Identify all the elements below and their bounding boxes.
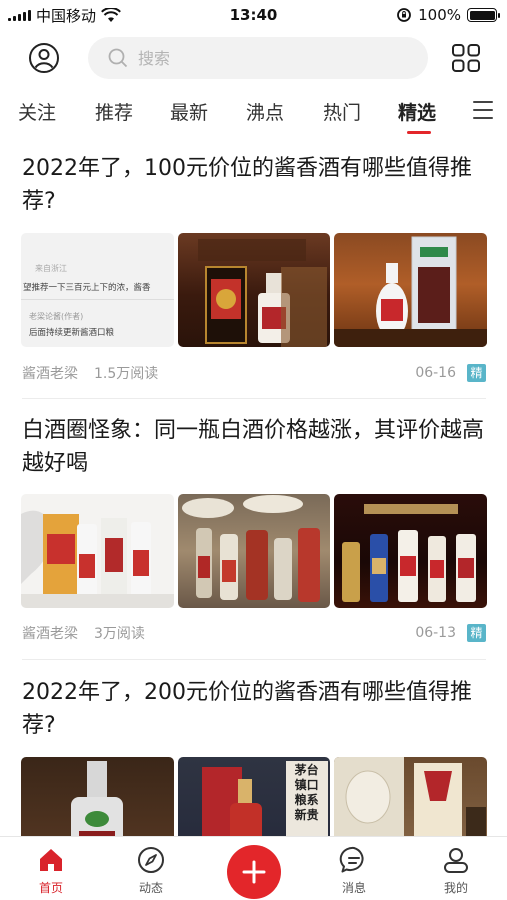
bottom-nav: 首页 动态 消息 我的 [0,836,507,900]
article-title[interactable]: 白酒圈怪象：同一瓶白酒价格越涨，其评价越高越好喝 [22,414,492,480]
nav-home[interactable]: 首页 [21,845,81,896]
create-post-button[interactable] [227,845,281,899]
article-thumbnails [21,494,488,608]
message-icon [339,846,364,873]
tab-featured[interactable]: 精选 [398,98,436,125]
thumbnail-comment-screenshot: 来自浙江 望推荐一下三百元上下的浓，酱香 老梁论酱(作者) 后面持续更新酱酒口粮 [21,233,174,347]
article-date: 06-13 [415,625,456,641]
thumbnail-luzhou-bottles [334,494,488,608]
profile-icon [444,848,468,873]
plus-icon [242,860,266,884]
menu-icon[interactable] [473,101,493,119]
nav-home-label: 首页 [38,881,63,895]
rotation-lock-icon [397,8,412,22]
article-meta: 酱酒老梁 1.5万阅读 06-16 精 [22,363,486,383]
nav-messages[interactable]: 消息 [324,845,384,896]
tab-recommend[interactable]: 推荐 [95,98,133,125]
nav-messages-label: 消息 [341,881,366,895]
thumbnail-baijiu-box [177,233,331,347]
article-author[interactable]: 酱酒老梁 [22,623,78,643]
nav-feed[interactable]: 动态 [121,845,181,896]
thumb-text-from: 来自浙江 [35,264,67,273]
header [0,34,507,82]
battery-percent: 100% [418,6,461,24]
article-views: 1.5万阅读 [94,366,159,382]
featured-badge: 精 [467,624,486,642]
thumb-text-reply: 后面持续更新酱酒口粮 [29,328,115,338]
active-tab-indicator [407,131,431,134]
carrier-name: 中国移动 [36,6,97,25]
article-title[interactable]: 2022年了，100元价位的酱香酒有哪些值得推荐? [22,152,492,218]
status-left: 中国移动 [8,5,121,26]
article-views: 3万阅读 [94,626,145,642]
user-avatar-icon[interactable] [28,42,60,74]
article-divider [22,659,486,660]
thumbnail-bottle-lineup [21,494,174,608]
nav-profile-label: 我的 [443,881,468,895]
signal-icon [8,9,31,21]
tab-latest[interactable]: 最新 [170,98,208,125]
app-grid-icon[interactable] [451,43,481,73]
article-thumbnails: 茅台镇口粮系新贵 [21,757,487,836]
article-divider [22,398,486,399]
compass-icon [138,847,164,873]
tab-popular[interactable]: 热门 [323,98,361,125]
battery-icon [467,8,500,22]
status-right: 100% [396,6,500,24]
article-meta: 酱酒老梁 3万阅读 06-13 精 [22,623,486,643]
home-icon [40,849,62,871]
thumbnail-silver-bottle [21,757,174,836]
thumb-vertical-label: 茅台镇口粮系新贵 [294,763,319,822]
article-title[interactable]: 2022年了，200元价位的酱香酒有哪些值得推荐? [22,676,492,742]
thumbnail-baijiu-bottle [334,233,488,347]
battery-level [469,10,495,20]
search-input[interactable] [138,48,398,68]
thumbnail-dinner-table [177,494,331,608]
search-bar[interactable] [88,37,428,79]
article-thumbnails: 来自浙江 望推荐一下三百元上下的浓，酱香 老梁论酱(作者) 后面持续更新酱酒口粮 [21,233,488,347]
tab-follow[interactable]: 关注 [18,98,56,125]
thumb-text-author: 老梁论酱(作者) [29,312,84,321]
article-author[interactable]: 酱酒老梁 [22,363,78,383]
article-date: 06-16 [415,365,456,381]
nav-profile[interactable]: 我的 [426,845,486,896]
thumb-text-question: 望推荐一下三百元上下的浓，酱香 [23,283,151,293]
wifi-icon [101,7,121,22]
thumbnail-ceramic-bottles [334,757,487,836]
category-tabs: 关注 推荐 最新 沸点 热门 精选 [0,92,507,136]
nav-feed-label: 动态 [138,881,163,895]
search-icon [108,48,128,68]
tab-hot-topics[interactable]: 沸点 [246,98,284,125]
featured-badge: 精 [467,364,486,382]
status-bar: 中国移动 13:40 100% [0,0,507,30]
thumbnail-red-bottle: 茅台镇口粮系新贵 [177,757,331,836]
